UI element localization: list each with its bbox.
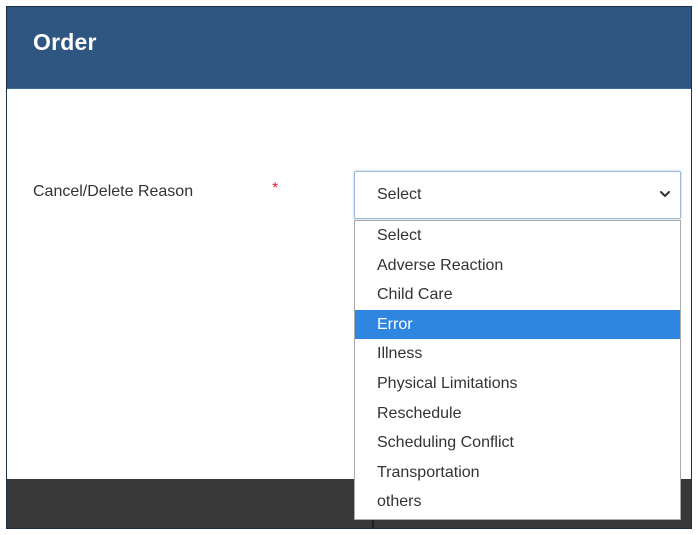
option-physical-limitations[interactable]: Physical Limitations (355, 369, 680, 399)
dialog-header: Order (7, 7, 691, 89)
chevron-down-icon (660, 191, 670, 197)
cancel-reason-dropdown-list: Select Adverse Reaction Child Care Error… (354, 220, 681, 520)
option-adverse-reaction[interactable]: Adverse Reaction (355, 251, 680, 281)
option-illness[interactable]: Illness (355, 339, 680, 369)
option-scheduling-conflict[interactable]: Scheduling Conflict (355, 428, 680, 458)
select-current-value: Select (377, 186, 422, 203)
order-dialog: Order Cancel/Delete Reason * Select Sele… (6, 6, 692, 529)
option-child-care[interactable]: Child Care (355, 280, 680, 310)
option-error[interactable]: Error (355, 309, 680, 340)
cancel-reason-select[interactable]: Select (354, 171, 681, 219)
cancel-reason-label: Cancel/Delete Reason (33, 183, 194, 200)
option-select[interactable]: Select (355, 221, 680, 251)
dialog-title: Order (33, 29, 97, 55)
option-others[interactable]: others (355, 487, 680, 517)
required-marker: * (272, 180, 279, 197)
option-transportation[interactable]: Transportation (355, 458, 680, 488)
option-reschedule[interactable]: Reschedule (355, 399, 680, 429)
